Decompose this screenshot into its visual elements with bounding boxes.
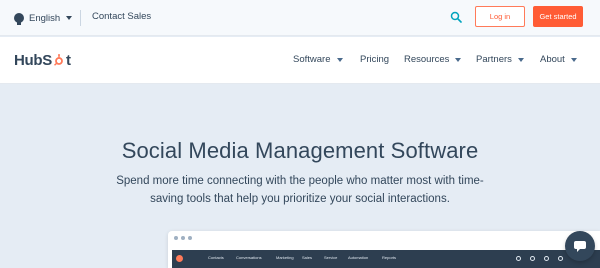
gear-icon [544, 256, 549, 261]
app-nav-bar: Contacts Conversations Marketing Sales S… [172, 250, 600, 268]
app-menu-item: Contacts [208, 255, 224, 260]
nav-item-about[interactable]: About [540, 54, 577, 65]
nav-item-label: Partners [476, 54, 512, 65]
language-selector[interactable]: English [14, 10, 73, 26]
window-dot [174, 236, 178, 240]
chevron-down-icon [66, 16, 73, 20]
app-menu-item: Conversations [236, 255, 262, 260]
settings-icon [530, 256, 535, 261]
nav-item-pricing[interactable]: Pricing [360, 54, 389, 65]
chat-button[interactable] [565, 231, 595, 261]
nav-item-resources[interactable]: Resources [404, 54, 462, 65]
app-menu-item: Service [324, 255, 338, 260]
chat-icon [574, 241, 586, 252]
divider [80, 10, 81, 26]
chevron-down-icon [455, 57, 462, 62]
hero-subtitle: Spend more time connecting with the peop… [116, 175, 484, 205]
get-started-button[interactable]: Get started [533, 6, 583, 27]
app-preview: Contacts Conversations Marketing Sales S… [168, 231, 600, 268]
main-nav: HubS t Software Pricing Resources Partne… [0, 37, 600, 84]
search-icon[interactable] [450, 11, 462, 23]
language-label: English [29, 12, 61, 24]
chevron-down-icon [570, 57, 577, 62]
search-icon [516, 256, 521, 261]
contact-sales-link[interactable]: Contact Sales [92, 11, 151, 22]
app-menu-item: Sales [302, 255, 313, 260]
chevron-down-icon [336, 57, 343, 62]
nav-item-software[interactable]: Software [293, 54, 343, 65]
globe-icon [14, 13, 24, 25]
nav-item-label: Software [293, 54, 331, 65]
page-title: Social Media Management Software [121, 138, 479, 163]
nav-item-label: Pricing [360, 54, 390, 65]
nav-item-label: Resources [404, 54, 450, 65]
window-dot [188, 236, 192, 240]
nav-item-partners[interactable]: Partners [476, 54, 524, 65]
nav-item-label: About [540, 54, 565, 65]
utility-bar: English Contact Sales Log in Get started [0, 0, 600, 36]
login-button[interactable]: Log in [475, 6, 525, 27]
chevron-down-icon [517, 57, 524, 62]
app-menu-item: Automation [348, 255, 369, 260]
window-dots [174, 236, 195, 240]
nav-menu: Software Pricing Resources Partners Abou… [0, 54, 600, 68]
window-dot [181, 236, 185, 240]
app-menu-item: Reports [382, 255, 397, 260]
app-menu-item: Marketing [276, 255, 294, 260]
bell-icon [558, 256, 563, 261]
app-logo-icon [176, 255, 183, 262]
